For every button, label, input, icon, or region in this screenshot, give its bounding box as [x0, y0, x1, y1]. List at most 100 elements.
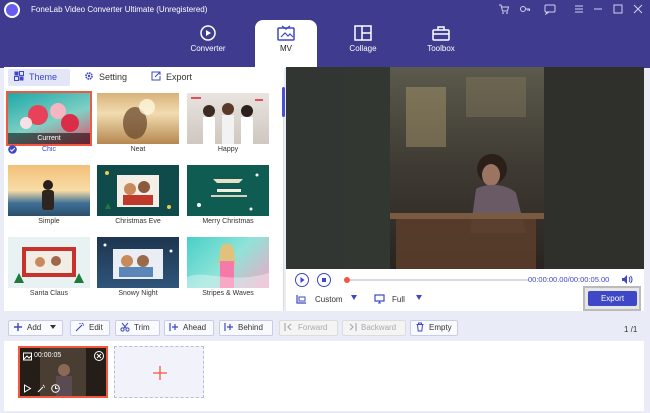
subtab-label: Export	[166, 72, 193, 82]
theme-scrollbar[interactable]	[282, 87, 285, 117]
backward-label: Backward	[361, 323, 397, 332]
chevron-left-icon	[284, 323, 292, 331]
magic-wand-icon	[75, 322, 84, 332]
empty-label: Empty	[429, 323, 452, 332]
export-highlight: Export	[583, 286, 641, 311]
forward-label: Forward	[298, 323, 328, 332]
subtab-label: Setting	[99, 72, 128, 82]
progress-handle[interactable]	[344, 277, 350, 283]
subtab-theme[interactable]: Theme	[8, 69, 70, 86]
preview-image	[286, 67, 644, 269]
aspect-ratio-select[interactable]: Custom	[315, 295, 343, 304]
theme-name: Christmas Eve	[115, 218, 161, 225]
theme-name: Stripes & Waves	[202, 290, 254, 297]
app-title: FoneLab Video Converter Ultimate (Unregi…	[31, 5, 208, 14]
trim-button[interactable]: Trim	[115, 320, 160, 336]
theme-thumbnail	[187, 93, 269, 144]
trim-label: Trim	[134, 323, 150, 332]
theme-thumbnail	[97, 237, 179, 288]
cart-icon[interactable]	[498, 3, 510, 15]
theme-thumbnail: Current	[6, 91, 92, 146]
close-icon[interactable]	[94, 351, 104, 361]
theme-thumbnail	[187, 237, 269, 288]
key-icon[interactable]	[519, 3, 531, 15]
converter-icon	[200, 25, 216, 41]
title-bar: FoneLab Video Converter Ultimate (Unregi…	[0, 0, 650, 68]
behind-label: Behind	[238, 323, 263, 332]
gear-icon	[85, 72, 93, 80]
theme-card-snowy-night[interactable]: Snowy Night	[97, 237, 179, 302]
tab-collage[interactable]: Collage	[332, 20, 394, 66]
theme-card-christmas-eve[interactable]: Christmas Eve	[97, 165, 179, 230]
theme-card-happy[interactable]: Happy	[187, 93, 269, 158]
empty-button[interactable]: Empty	[410, 320, 458, 336]
theme-name: Chic	[41, 146, 56, 153]
subtab-export[interactable]: Export	[151, 69, 211, 86]
menu-icon[interactable]	[573, 3, 585, 15]
timeline: 00:00:05	[4, 341, 644, 411]
add-clip-slot[interactable]	[114, 346, 204, 398]
theme-thumbnail	[97, 93, 179, 144]
theme-card-santa-claus[interactable]: Santa Claus	[8, 237, 90, 302]
edit-button[interactable]: Edit	[70, 320, 110, 336]
ahead-button[interactable]: Ahead	[164, 320, 214, 336]
theme-card-chic[interactable]: Current Chic	[6, 91, 92, 158]
time-display: 00:00:00.00/00:00:05.00	[528, 275, 610, 284]
stop-button[interactable]	[317, 273, 331, 287]
play-icon	[300, 277, 305, 283]
display-mode-select[interactable]: Full	[392, 295, 405, 304]
trash-icon	[416, 322, 424, 332]
theme-thumbnail	[187, 165, 269, 216]
theme-card-stripes-waves[interactable]: Stripes & Waves	[187, 237, 269, 302]
theme-thumbnail	[97, 165, 179, 216]
theme-card-simple[interactable]: Simple	[8, 165, 90, 230]
theme-icon	[14, 71, 24, 81]
maximize-icon[interactable]	[612, 3, 624, 15]
plus-icon	[153, 366, 167, 380]
play-button[interactable]	[295, 273, 309, 287]
chat-icon[interactable]	[544, 3, 556, 16]
add-label: Add	[27, 323, 42, 332]
close-icon[interactable]	[632, 3, 644, 15]
tab-converter[interactable]: Converter	[177, 20, 239, 66]
clip-duration: 00:00:05	[34, 352, 62, 359]
theme-name: Simple	[38, 218, 60, 225]
chevron-right-icon	[349, 323, 357, 331]
export-icon	[151, 71, 161, 81]
theme-name: Merry Christmas	[202, 218, 254, 225]
magic-wand-icon[interactable]	[37, 384, 46, 393]
theme-name: Santa Claus	[29, 290, 69, 297]
theme-card-merry-christmas[interactable]: Merry Christmas	[187, 165, 269, 230]
forward-button[interactable]: Forward	[279, 320, 338, 336]
video-preview[interactable]	[286, 67, 644, 269]
theme-thumbnail	[8, 165, 90, 216]
tab-toolbox[interactable]: Toolbox	[410, 20, 472, 66]
subtab-setting[interactable]: Setting	[84, 69, 144, 86]
monitor-icon	[374, 294, 385, 304]
clock-icon[interactable]	[51, 384, 60, 393]
tab-mv[interactable]: MV	[255, 20, 317, 68]
theme-panel: Theme Setting Export Current Chic Neat H…	[4, 67, 285, 311]
theme-card-neat[interactable]: Neat	[97, 93, 179, 158]
ahead-icon	[169, 323, 178, 331]
theme-grid: Current Chic Neat Happy Simple Christmas…	[4, 91, 279, 311]
page-counter: 1 /1	[624, 325, 638, 334]
progress-bar[interactable]	[344, 279, 529, 281]
play-icon[interactable]	[23, 384, 32, 393]
clip-toolbar: Add Edit Trim Ahead Behind Forward Backw…	[4, 317, 644, 341]
backward-button[interactable]: Backward	[342, 320, 406, 336]
chevron-down-icon[interactable]	[351, 295, 357, 300]
minimize-icon[interactable]	[592, 3, 604, 15]
app-logo	[4, 2, 20, 18]
behind-button[interactable]: Behind	[219, 320, 273, 336]
tab-label: Converter	[190, 44, 226, 53]
volume-icon[interactable]	[621, 274, 633, 285]
mv-icon	[277, 25, 295, 41]
theme-thumbnail	[8, 237, 90, 288]
add-button[interactable]: Add	[8, 320, 63, 336]
chevron-down-icon[interactable]	[416, 295, 422, 300]
edit-label: Edit	[89, 323, 103, 332]
export-button[interactable]: Export	[588, 291, 637, 306]
tab-label: MV	[280, 44, 292, 53]
timeline-clip[interactable]: 00:00:05	[18, 346, 108, 398]
